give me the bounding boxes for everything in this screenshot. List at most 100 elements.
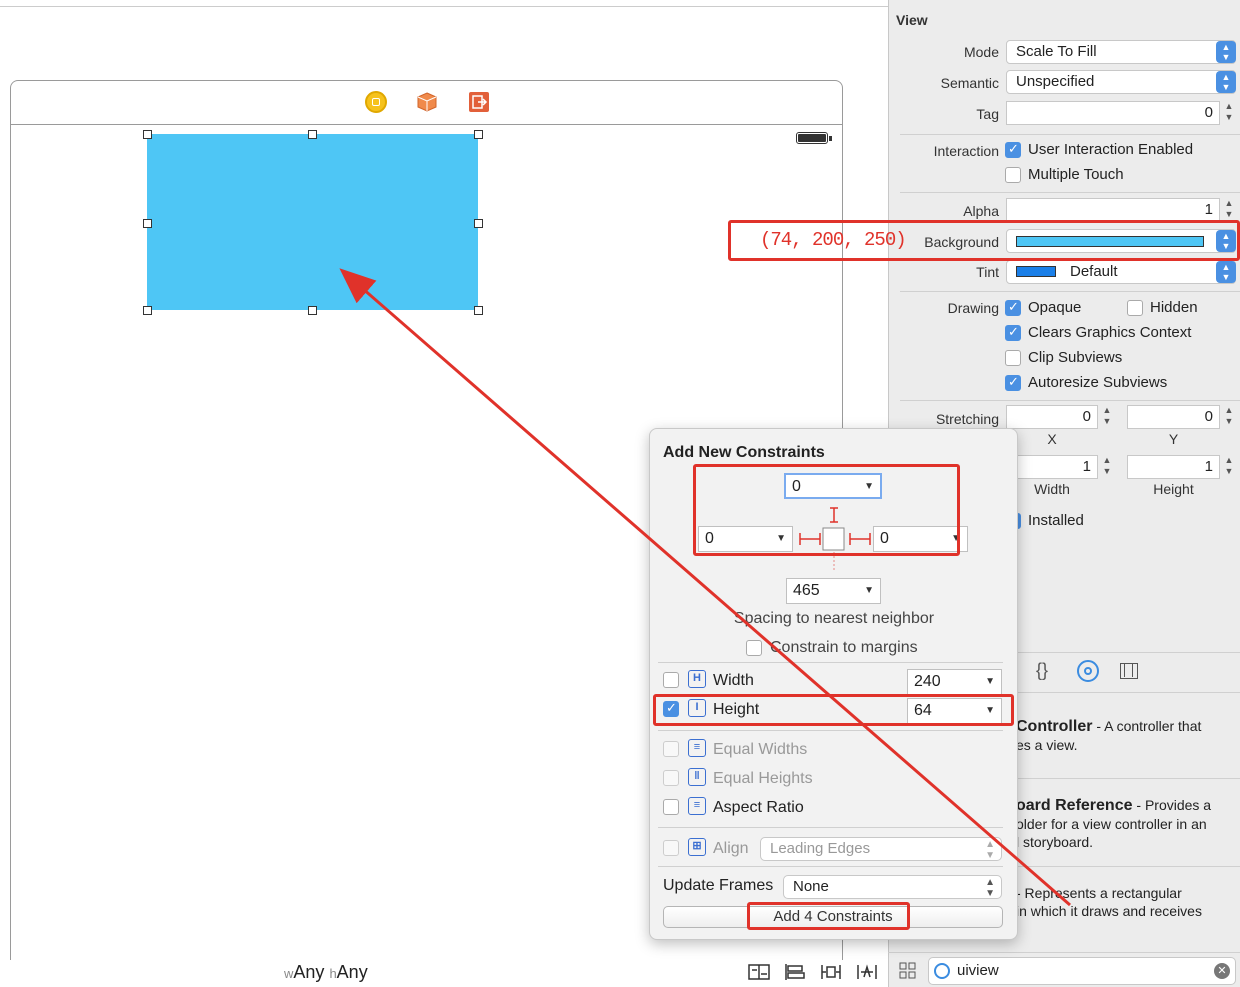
multiple-touch-checkbox[interactable]: [1005, 167, 1021, 183]
tag-stepper-icon[interactable]: ▲ ▼: [1223, 101, 1235, 125]
stretch-y-stepper-icon[interactable]: ▲ ▼: [1223, 405, 1235, 429]
drawing-label: Drawing: [947, 300, 999, 316]
stretch-y-field[interactable]: 0: [1127, 405, 1220, 429]
y-label: Y: [1168, 431, 1179, 447]
equal-widths-icon: ≡: [688, 739, 706, 757]
resize-handle-bottom-left[interactable]: [143, 306, 152, 315]
grid-view-icon[interactable]: [899, 962, 917, 980]
equal-widths-label: Equal Widths: [713, 741, 808, 758]
size-class-w: Any: [293, 962, 325, 982]
resolve-issues-icon[interactable]: [856, 962, 880, 982]
opaque-text: Opaque: [1028, 299, 1082, 316]
tint-value: Default: [1070, 263, 1118, 280]
width-value-field[interactable]: 240 ▼: [907, 669, 1002, 695]
battery-icon: [796, 132, 832, 144]
resize-handle-top[interactable]: [308, 130, 317, 139]
stack-icon[interactable]: [748, 962, 772, 982]
alpha-field[interactable]: 1: [1006, 198, 1220, 222]
library-item-view-controller[interactable]: Controller - A controller that es a view…: [1016, 717, 1236, 754]
clip-subviews-text: Clip Subviews: [1028, 349, 1123, 366]
resize-handle-left[interactable]: [143, 219, 152, 228]
equal-widths-checkbox[interactable]: [663, 741, 679, 757]
stretch-width-field[interactable]: 1: [1006, 455, 1098, 479]
tint-color-swatch: [1016, 266, 1056, 277]
mode-popup[interactable]: Scale To Fill: [1006, 40, 1236, 64]
divider: [900, 134, 1240, 135]
library-item-desc: older for a view controller in an: [1016, 816, 1207, 832]
divider: [900, 192, 1240, 193]
tint-popup[interactable]: Default: [1006, 260, 1236, 284]
semantic-dropdown-icon[interactable]: ▲ ▼: [1216, 71, 1236, 93]
size-class-h: Any: [336, 962, 368, 982]
user-interaction-text: User Interaction Enabled: [1028, 141, 1194, 158]
multiple-touch-text: Multiple Touch: [1028, 166, 1124, 183]
update-frames-value: None: [793, 878, 829, 895]
mode-dropdown-icon[interactable]: ▲ ▼: [1216, 41, 1236, 63]
equal-heights-checkbox[interactable]: [663, 770, 679, 786]
selected-uiview[interactable]: [147, 134, 478, 310]
object-filter-icon: [934, 963, 950, 979]
clip-subviews-checkbox[interactable]: [1005, 350, 1021, 366]
library-item-title: oard Reference: [1016, 797, 1133, 814]
autoresize-checkbox[interactable]: [1005, 374, 1021, 391]
code-snippet-library-icon[interactable]: {}: [1036, 660, 1048, 681]
width-label: Width: [1034, 481, 1070, 497]
resize-handle-top-left[interactable]: [143, 130, 152, 139]
resize-handle-right[interactable]: [474, 219, 483, 228]
section-title: View: [896, 12, 928, 28]
align-popup[interactable]: Leading Edges ▲ ▼: [760, 837, 1002, 861]
aspect-ratio-icon: ≡: [688, 797, 706, 815]
hidden-checkbox[interactable]: [1127, 300, 1143, 316]
update-frames-popup[interactable]: None ▲ ▼: [783, 875, 1002, 899]
stretch-x-stepper-icon[interactable]: ▲ ▼: [1101, 405, 1113, 429]
chevron-down-icon: ▼: [985, 676, 995, 687]
view-controller-icon[interactable]: [365, 91, 387, 113]
resize-handle-top-right[interactable]: [474, 130, 483, 139]
library-search-value: uiview: [957, 962, 999, 979]
stretch-height-field[interactable]: 1: [1127, 455, 1220, 479]
resize-handle-bottom-right[interactable]: [474, 306, 483, 315]
library-item-desc: - Represents a rectangular: [1016, 885, 1182, 901]
media-library-icon[interactable]: [1120, 663, 1138, 679]
clears-graphics-text: Clears Graphics Context: [1028, 324, 1192, 341]
align-icon: ⊞: [688, 838, 706, 856]
divider: [658, 866, 1003, 867]
pin-icon[interactable]: [820, 962, 844, 982]
annotation-box-height: [653, 694, 1014, 726]
user-interaction-checkbox[interactable]: [1005, 141, 1021, 158]
resize-handle-bottom[interactable]: [308, 306, 317, 315]
library-item-view[interactable]: - Represents a rectangular in which it d…: [1016, 884, 1238, 920]
tint-dropdown-icon[interactable]: ▲ ▼: [1216, 261, 1236, 283]
semantic-value: Unspecified: [1016, 73, 1095, 90]
width-checkbox[interactable]: [663, 672, 679, 688]
equal-heights-icon: ‖: [688, 768, 706, 786]
chevron-down-icon: ▼: [864, 585, 874, 596]
first-responder-icon[interactable]: [416, 91, 438, 113]
bottom-spacing-field[interactable]: 465 ▼: [786, 578, 881, 604]
align-icon[interactable]: [784, 962, 808, 982]
alpha-stepper-icon[interactable]: ▲ ▼: [1223, 198, 1235, 222]
library-item-storyboard-reference[interactable]: oard Reference - Provides a older for a …: [1016, 796, 1238, 851]
annotation-box-add-button: [747, 902, 910, 930]
scene-dock-divider: [10, 124, 843, 125]
alpha-label: Alpha: [963, 203, 999, 219]
opaque-checkbox[interactable]: [1005, 299, 1021, 316]
aspect-ratio-checkbox[interactable]: [663, 799, 679, 815]
align-checkbox[interactable]: [663, 840, 679, 856]
chevron-updown-icon: ▲ ▼: [985, 877, 995, 899]
clear-search-icon[interactable]: ✕: [1214, 963, 1230, 979]
autoresize-text: Autoresize Subviews: [1028, 374, 1168, 391]
object-library-icon[interactable]: [1077, 660, 1099, 682]
size-class-indicator[interactable]: wAny hAny: [284, 962, 368, 983]
stretch-height-stepper-icon[interactable]: ▲ ▼: [1223, 455, 1235, 479]
clears-graphics-checkbox[interactable]: [1005, 324, 1021, 341]
library-search-field[interactable]: uiview ✕: [928, 957, 1236, 985]
tag-field[interactable]: 0: [1006, 101, 1220, 125]
stretch-width-stepper-icon[interactable]: ▲ ▼: [1101, 455, 1113, 479]
semantic-label: Semantic: [940, 75, 999, 91]
stretch-x-field[interactable]: 0: [1006, 405, 1098, 429]
semantic-popup[interactable]: Unspecified: [1006, 70, 1236, 94]
constrain-margins-checkbox[interactable]: [746, 640, 762, 656]
exit-icon[interactable]: [468, 91, 490, 113]
align-label: Align: [713, 840, 749, 857]
